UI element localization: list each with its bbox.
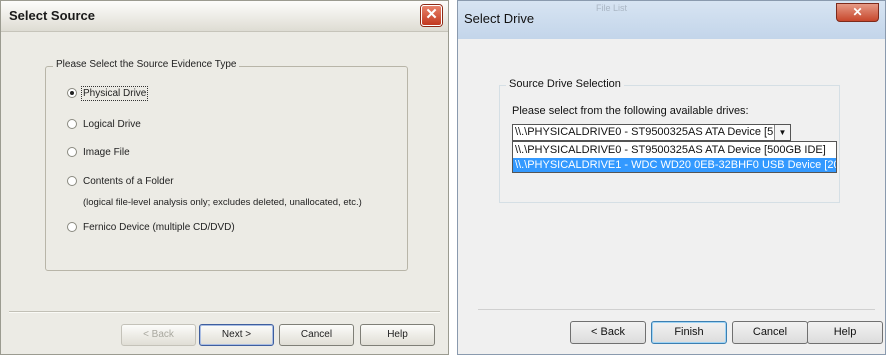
folder-note: (logical file-level analysis only; exclu… (83, 197, 362, 208)
chevron-down-icon[interactable]: ▼ (774, 125, 790, 140)
radio-physical-drive[interactable]: Physical Drive (67, 86, 149, 101)
drive-combobox[interactable]: \\.\PHYSICALDRIVE0 - ST9500325AS ATA Dev… (512, 124, 791, 141)
group-label: Please Select the Source Evidence Type (53, 59, 240, 70)
back-button[interactable]: < Back (121, 324, 196, 346)
divider (478, 309, 875, 310)
radio-dot-icon[interactable] (67, 175, 77, 186)
radio-label: Logical Drive (83, 119, 141, 130)
drive-option-highlighted[interactable]: \\.\PHYSICALDRIVE1 - WDC WD20 0EB-32BHF0… (513, 158, 836, 172)
next-button[interactable]: Next > (199, 324, 274, 346)
radio-logical-drive[interactable]: Logical Drive (67, 118, 141, 130)
help-button[interactable]: Help (360, 324, 435, 346)
select-source-dialog: Select Source ✕ Please Select the Source… (0, 0, 449, 355)
radio-image-file[interactable]: Image File (67, 146, 130, 158)
select-drive-dialog: File List Select Drive ✕ Source Drive Se… (457, 0, 886, 355)
radio-dot-icon[interactable] (67, 87, 77, 98)
radio-fernico-device[interactable]: Fernico Device (multiple CD/DVD) (67, 221, 235, 233)
drive-dropdown-list[interactable]: \\.\PHYSICALDRIVE0 - ST9500325AS ATA Dev… (512, 141, 837, 173)
radio-label: Physical Drive (80, 86, 149, 101)
back-button[interactable]: < Back (570, 321, 646, 344)
combobox-value: \\.\PHYSICALDRIVE0 - ST9500325AS ATA Dev… (515, 126, 773, 138)
background-window-text: File List (596, 3, 628, 13)
radio-dot-icon[interactable] (67, 146, 77, 157)
help-button[interactable]: Help (807, 321, 883, 344)
dialog-title: Select Source (9, 8, 95, 23)
radio-label: Contents of a Folder (83, 176, 174, 187)
radio-contents-of-folder[interactable]: Contents of a Folder (67, 175, 174, 187)
finish-button[interactable]: Finish (651, 321, 727, 344)
radio-label: Image File (83, 147, 130, 158)
cancel-button[interactable]: Cancel (732, 321, 808, 344)
close-icon[interactable]: ✕ (421, 5, 442, 26)
radio-label: Fernico Device (multiple CD/DVD) (83, 222, 235, 233)
group-label: Source Drive Selection (506, 78, 624, 90)
radio-dot-icon[interactable] (67, 118, 77, 129)
radio-dot-icon[interactable] (67, 221, 77, 232)
divider (9, 311, 440, 313)
close-icon[interactable]: ✕ (836, 3, 879, 22)
cancel-button[interactable]: Cancel (279, 324, 354, 346)
drive-prompt: Please select from the following availab… (512, 105, 749, 117)
title-bar: File List Select Drive ✕ (458, 1, 885, 39)
drive-option[interactable]: \\.\PHYSICALDRIVE0 - ST9500325AS ATA Dev… (513, 143, 836, 158)
dialog-title: Select Drive (464, 11, 535, 26)
title-bar: Select Source ✕ (1, 1, 448, 32)
